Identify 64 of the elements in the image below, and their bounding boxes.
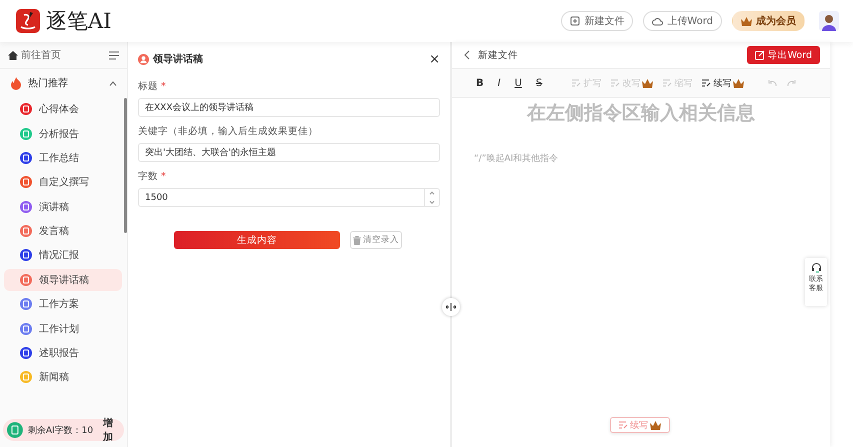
clear-button[interactable]: 清空录入 (350, 231, 402, 249)
file-plus-icon (570, 16, 580, 26)
chevron-icon[interactable] (109, 80, 117, 86)
underline-button[interactable]: U (512, 78, 524, 88)
redo-icon (787, 80, 796, 86)
editor-heading: 在左侧指令区输入相关信息 (526, 101, 756, 126)
crown-icon (741, 16, 752, 26)
document-icon (7, 422, 23, 438)
document-title: 新建文件 (478, 48, 519, 62)
close-button[interactable]: × (429, 52, 440, 66)
back-button[interactable] (464, 50, 470, 60)
section-label: 热门推荐 (28, 76, 69, 90)
input-field[interactable]: 1500 (138, 188, 440, 207)
headset-icon (810, 262, 822, 273)
trash-icon (353, 236, 361, 244)
logo-icon (16, 9, 40, 33)
scrollbar[interactable] (124, 98, 127, 233)
sidebar-item[interactable]: 发言稿 (4, 220, 122, 242)
sidebar-item[interactable]: 述职报告 (4, 342, 122, 364)
editor-hint: “/”唤起AI和其他指令 (474, 152, 560, 165)
input-field[interactable]: 在XXX会议上的领导讲话稿 (138, 98, 440, 117)
pen-icon (572, 79, 582, 87)
sidebar-item[interactable]: 分析报告 (4, 122, 122, 145)
sidebar-item[interactable]: 自定义撰写 (4, 171, 122, 194)
field-label: 关键字（非必填，输入后生成效果更佳） (138, 126, 318, 137)
undo-icon (768, 80, 778, 86)
sidebar-item[interactable]: 领导讲话稿 (4, 268, 122, 291)
export-button[interactable]: 导出Word (746, 46, 820, 64)
menu-icon[interactable] (109, 50, 119, 60)
edit-icon (754, 50, 765, 60)
avatar-icon[interactable] (819, 11, 839, 31)
sidebar-item[interactable]: 工作方案 (4, 293, 122, 316)
pen-icon (619, 421, 628, 429)
pen-icon (611, 79, 620, 87)
panel-title: 领导讲话稿 (153, 52, 204, 66)
logo-text: 逐笔AI (46, 8, 112, 35)
flame-icon (10, 76, 22, 90)
sidebar-item[interactable]: 情况汇报 (4, 244, 122, 266)
bold-button[interactable]: B (474, 78, 486, 88)
home-icon (8, 50, 18, 60)
pen-icon (663, 79, 672, 87)
person-icon (138, 54, 149, 64)
new-button[interactable]: 新建文件 (561, 11, 634, 31)
vip-button[interactable]: 成为会员 (732, 11, 805, 31)
sidebar-item[interactable]: 心得体会 (4, 98, 122, 120)
ai-tool-button[interactable]: 续写 (702, 76, 744, 90)
quota-label: 剩余AI字数：10 (28, 424, 94, 436)
sidebar-item[interactable]: 新闻稿 (4, 366, 122, 388)
input-field[interactable]: 突出'大团结、大联合'的永恒主题 (138, 143, 440, 162)
sidebar-item[interactable]: 工作总结 (4, 146, 122, 169)
sidebar-item[interactable]: 工作计划 (4, 318, 122, 340)
sidebar-item[interactable]: 演讲稿 (4, 196, 122, 218)
strike-button[interactable]: S (534, 78, 544, 88)
generate-button[interactable]: 生成内容 (174, 231, 340, 249)
add-button[interactable]: 增加 (98, 416, 118, 444)
cloud-icon (652, 16, 664, 26)
home-link[interactable]: 前往首页 (8, 48, 61, 62)
pen-icon (702, 79, 712, 87)
upload-button[interactable]: 上传Word (643, 11, 722, 31)
chevron-left-icon (464, 50, 470, 60)
italic-button[interactable]: I (496, 78, 503, 88)
field-label: 标题 * (138, 81, 166, 92)
field-label: 字数 * (138, 171, 166, 182)
resize-icon (446, 303, 456, 311)
